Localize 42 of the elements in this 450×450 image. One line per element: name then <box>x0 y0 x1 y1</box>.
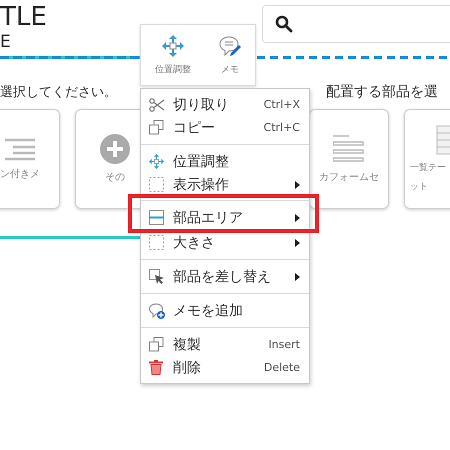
copy-icon <box>149 120 164 135</box>
move-icon <box>162 34 184 56</box>
part-card[interactable]: 一覧テー ット <box>404 109 450 209</box>
menu-item[interactable]: 部品を差し替え <box>141 259 309 288</box>
submenu-caret-icon <box>295 272 300 280</box>
toolbar-button[interactable]: 位置調整 <box>153 32 193 78</box>
search-field[interactable] <box>262 5 450 43</box>
card-label: カフォームセ <box>319 171 379 184</box>
submenu-caret-icon <box>295 238 300 246</box>
card-label: その <box>105 171 125 184</box>
area-icon <box>149 210 164 225</box>
cursor-icon <box>149 268 165 284</box>
menu-item[interactable]: 位置調整 <box>141 144 309 173</box>
copy-icon <box>149 337 164 352</box>
search-icon <box>275 15 293 33</box>
submenu-caret-icon <box>295 214 300 222</box>
dashed-square-icon <box>149 177 164 192</box>
page-subtitle: E <box>0 34 12 51</box>
prompt-text: 配置する部品を選 <box>326 83 439 101</box>
card-label: 一覧テー <box>409 162 447 174</box>
memo-icon <box>219 34 241 56</box>
menu-item[interactable]: 部品エリア <box>141 200 309 229</box>
menu-item[interactable]: 複製 Insert <box>141 327 309 356</box>
toolbar-button[interactable]: メモ <box>217 32 243 78</box>
scissors-icon <box>149 98 165 112</box>
list-icon <box>5 137 35 161</box>
page-title: TLE <box>0 4 47 30</box>
table-icon <box>436 125 450 155</box>
prompt-text: 選択してください。 <box>0 84 118 101</box>
memo-add-icon <box>149 302 165 318</box>
card-label: ット <box>409 181 429 193</box>
move-icon <box>149 154 164 169</box>
plus-icon <box>100 134 130 164</box>
menu-item[interactable]: メモを追加 <box>141 293 309 322</box>
form-icon <box>333 134 365 164</box>
menu-item[interactable]: 削除 Delete <box>141 356 309 379</box>
menu-item[interactable]: 大きさ <box>141 231 309 254</box>
submenu-caret-icon <box>295 180 300 188</box>
trash-icon <box>149 360 163 375</box>
part-card[interactable]: ン付きメ <box>0 109 60 209</box>
card-label: ン付きメ <box>0 168 40 181</box>
dashed-square-icon <box>149 235 164 250</box>
